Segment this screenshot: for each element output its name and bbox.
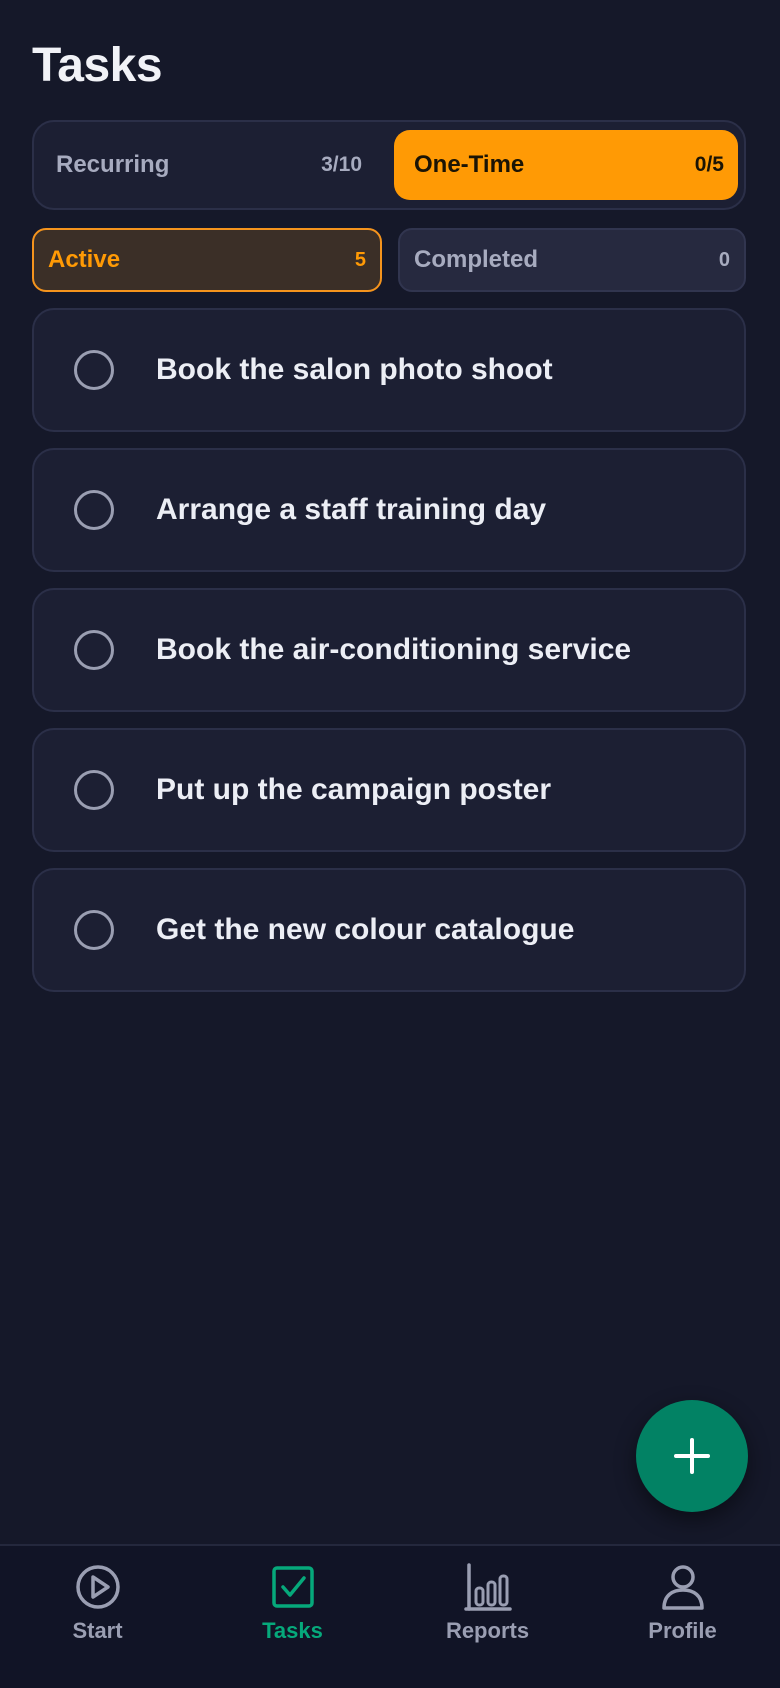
- plus-icon: [674, 1438, 710, 1474]
- bottom-nav: Start Tasks Reports Profile: [0, 1544, 780, 1688]
- nav-item-start-label: Start: [72, 1618, 123, 1643]
- filter-completed-label: Completed: [414, 246, 539, 273]
- page-title: Tasks: [32, 39, 163, 92]
- task-card[interactable]: Book the salon photo shoot: [32, 308, 746, 432]
- segment-recurring[interactable]: Recurring 3/10: [36, 130, 376, 200]
- task-card[interactable]: Book the air-conditioning service: [32, 588, 746, 712]
- filter-completed-count: 0: [718, 248, 730, 271]
- nav-item-reports-label: Reports: [445, 1618, 530, 1643]
- nav-item-start[interactable]: Start: [0, 1562, 195, 1662]
- nav-item-tasks[interactable]: Tasks: [195, 1562, 390, 1662]
- task-checkbox[interactable]: [74, 770, 114, 810]
- add-task-button[interactable]: [636, 1400, 748, 1512]
- nav-item-profile[interactable]: Profile: [585, 1562, 780, 1662]
- task-card[interactable]: Get the new colour catalogue: [32, 868, 746, 992]
- task-list: Book the salon photo shoot Arrange a sta…: [32, 308, 746, 1008]
- nav-item-reports[interactable]: Reports: [390, 1562, 585, 1662]
- task-checkbox[interactable]: [74, 630, 114, 670]
- task-card[interactable]: Arrange a staff training day: [32, 448, 746, 572]
- checkbox-icon: [271, 1566, 314, 1608]
- nav-item-profile-label: Profile: [648, 1618, 717, 1643]
- task-title: Arrange a staff training day: [156, 493, 547, 526]
- filter-active-count: 5: [354, 248, 366, 271]
- nav-item-tasks-label: Tasks: [262, 1618, 323, 1643]
- segment-recurring-label: Recurring: [56, 151, 170, 178]
- task-title: Book the salon photo shoot: [156, 353, 553, 386]
- task-title: Get the new colour catalogue: [156, 913, 575, 946]
- task-checkbox[interactable]: [74, 490, 114, 530]
- task-checkbox[interactable]: [74, 910, 114, 950]
- filter-active-label: Active: [48, 246, 121, 273]
- play-circle-icon: [75, 1565, 120, 1609]
- bar-chart-icon: [463, 1563, 512, 1611]
- filter-active[interactable]: Active 5: [32, 228, 382, 292]
- task-checkbox[interactable]: [74, 350, 114, 390]
- filter-completed[interactable]: Completed 0: [398, 228, 746, 292]
- segment-one-time[interactable]: One-Time 0/5: [394, 130, 738, 200]
- person-icon: [661, 1565, 704, 1610]
- segment-recurring-count: 3/10: [321, 153, 362, 176]
- task-title: Book the air-conditioning service: [156, 633, 632, 666]
- task-card[interactable]: Put up the campaign poster: [32, 728, 746, 852]
- task-title: Put up the campaign poster: [156, 773, 552, 806]
- segment-one-time-label: One-Time: [414, 151, 525, 178]
- segment-one-time-count: 0/5: [694, 153, 724, 176]
- task-type-segmented-control: Recurring 3/10 One-Time 0/5: [32, 120, 746, 210]
